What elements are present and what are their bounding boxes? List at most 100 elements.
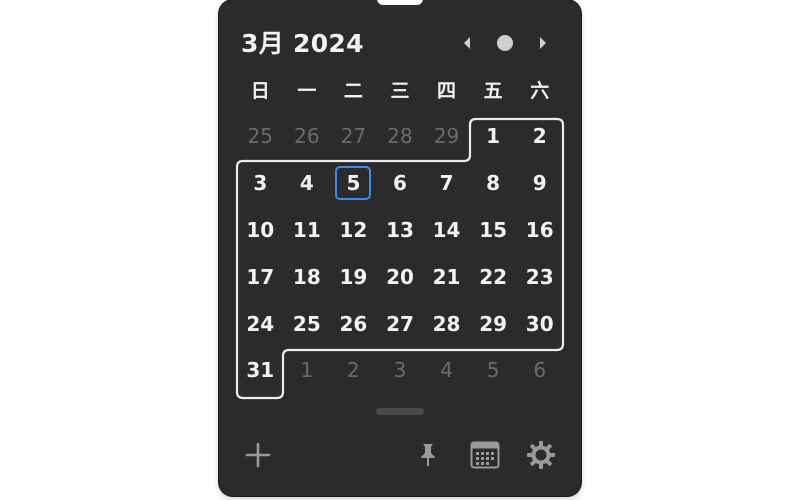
- day-cell[interactable]: 11: [284, 207, 331, 254]
- day-number: 25: [292, 311, 321, 336]
- day-number: 29: [433, 124, 460, 149]
- day-number: 10: [246, 217, 275, 242]
- day-cell[interactable]: 1: [470, 113, 517, 160]
- day-number: 12: [339, 217, 368, 242]
- day-cell[interactable]: 18: [284, 253, 331, 300]
- day-number: 25: [247, 124, 273, 149]
- chevron-left-icon: [464, 37, 470, 49]
- day-cell[interactable]: 4: [284, 160, 331, 207]
- day-number: 21: [432, 264, 461, 289]
- day-number: 13: [386, 217, 414, 242]
- day-cell-outside-month[interactable]: 25: [237, 113, 284, 160]
- day-number: 9: [532, 171, 547, 196]
- next-month-button[interactable]: [533, 33, 553, 53]
- pin-button[interactable]: [411, 438, 445, 472]
- weekday-monday: 一: [297, 80, 317, 102]
- day-cell[interactable]: 7: [423, 160, 470, 207]
- day-cell-outside-month[interactable]: 28: [377, 113, 424, 160]
- day-cell-today[interactable]: 5: [330, 160, 377, 207]
- previous-month-button[interactable]: [457, 33, 477, 53]
- today-button[interactable]: [495, 33, 515, 53]
- resize-handle[interactable]: [376, 408, 424, 415]
- day-number: 4: [440, 358, 453, 383]
- day-cell[interactable]: 17: [237, 253, 284, 300]
- day-number: 30: [525, 311, 554, 336]
- day-number: 26: [339, 311, 368, 336]
- day-cell-outside-month[interactable]: 27: [330, 113, 377, 160]
- day-number: 14: [432, 217, 461, 242]
- day-cell-outside-month[interactable]: 6: [516, 347, 563, 394]
- day-number: 20: [386, 264, 414, 289]
- day-number: 27: [340, 124, 367, 149]
- day-number: 23: [525, 264, 554, 289]
- popover-arrow: [377, 0, 423, 5]
- weekday-thursday: 四: [437, 80, 457, 102]
- day-cell-outside-month[interactable]: 4: [423, 347, 470, 394]
- day-cell[interactable]: 27: [377, 300, 424, 347]
- day-number: 19: [339, 264, 368, 289]
- day-cell[interactable]: 20: [377, 253, 424, 300]
- settings-button[interactable]: [524, 438, 558, 472]
- day-number: 26: [294, 124, 320, 149]
- day-number: 18: [292, 264, 321, 289]
- day-cell[interactable]: 28: [423, 300, 470, 347]
- day-number: 31: [246, 358, 275, 383]
- day-cell[interactable]: 29: [470, 300, 517, 347]
- day-cell-outside-month[interactable]: 2: [330, 347, 377, 394]
- day-cell-outside-month[interactable]: 26: [284, 113, 331, 160]
- day-cell[interactable]: 26: [330, 300, 377, 347]
- day-cell[interactable]: 24: [237, 300, 284, 347]
- day-cell[interactable]: 19: [330, 253, 377, 300]
- day-number: 27: [386, 311, 414, 336]
- weekday-saturday: 六: [530, 80, 550, 102]
- day-number: 8: [486, 171, 501, 196]
- day-cell[interactable]: 8: [470, 160, 517, 207]
- day-number: 11: [292, 217, 321, 242]
- weekday-sunday: 日: [250, 80, 270, 102]
- day-cell[interactable]: 21: [423, 253, 470, 300]
- day-number: 5: [335, 166, 372, 201]
- month-navigation: [457, 33, 553, 53]
- day-cell[interactable]: 14: [423, 207, 470, 254]
- day-cell[interactable]: 13: [377, 207, 424, 254]
- day-cell-outside-month[interactable]: 3: [377, 347, 424, 394]
- pin-icon: [421, 444, 435, 466]
- day-number: 2: [347, 358, 360, 383]
- gear-icon: [527, 441, 555, 469]
- day-cell[interactable]: 22: [470, 253, 517, 300]
- day-number: 17: [246, 264, 275, 289]
- day-number: 7: [439, 171, 454, 196]
- day-cell[interactable]: 12: [330, 207, 377, 254]
- day-number: 16: [525, 217, 554, 242]
- day-number: 28: [387, 124, 413, 149]
- day-cell[interactable]: 16: [516, 207, 563, 254]
- day-number: 5: [486, 358, 500, 383]
- day-number: 28: [432, 311, 461, 336]
- calendar-popover: 3月 2024 日 一 二 三 四 五 六 25 26 27 28 29 1 2 3 4 5 6 7 8…: [219, 0, 581, 496]
- day-cell[interactable]: 2: [516, 113, 563, 160]
- weekday-friday: 五: [483, 80, 503, 102]
- day-cell[interactable]: 15: [470, 207, 517, 254]
- day-grid: 25 26 27 28 29 1 2 3 4 5 6 7 8 9 10 11 12 13 14 15 16 17 18 19 2…: [237, 113, 563, 394]
- day-cell[interactable]: 30: [516, 300, 563, 347]
- calendar-icon: [470, 441, 500, 469]
- day-number: 29: [479, 311, 508, 336]
- add-event-button[interactable]: [241, 438, 275, 472]
- day-number: 3: [253, 171, 268, 196]
- day-cell[interactable]: 3: [237, 160, 284, 207]
- open-calendar-button[interactable]: [468, 438, 502, 472]
- day-cell[interactable]: 6: [377, 160, 424, 207]
- weekday-header: 日 一 二 三 四 五 六: [237, 78, 563, 104]
- day-number: 15: [479, 217, 508, 242]
- day-cell[interactable]: 25: [284, 300, 331, 347]
- day-cell[interactable]: 10: [237, 207, 284, 254]
- day-cell[interactable]: 31: [237, 347, 284, 394]
- day-cell-outside-month[interactable]: 5: [470, 347, 517, 394]
- day-number: 22: [479, 264, 508, 289]
- day-number: 1: [300, 358, 314, 383]
- day-number: 2: [532, 124, 547, 149]
- day-cell[interactable]: 23: [516, 253, 563, 300]
- day-cell[interactable]: 9: [516, 160, 563, 207]
- day-cell-outside-month[interactable]: 1: [284, 347, 331, 394]
- day-cell-outside-month[interactable]: 29: [423, 113, 470, 160]
